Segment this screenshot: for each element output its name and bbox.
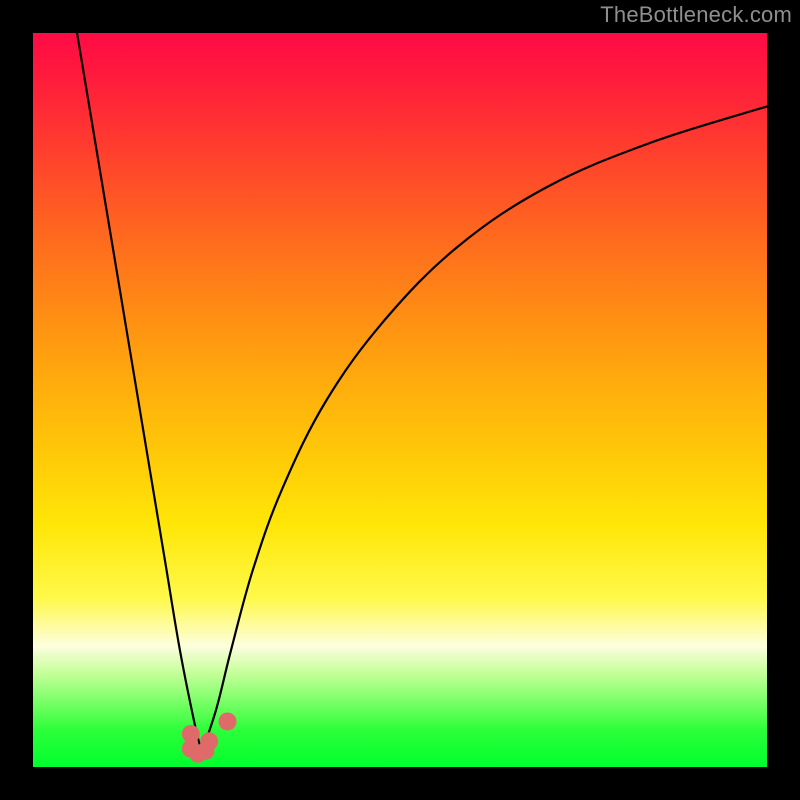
curve-left-branch [77,33,202,752]
chart-svg [0,0,800,800]
trough-marker-dot [200,732,218,750]
trough-marker-dot [219,712,237,730]
curve-right-branch [202,106,767,752]
outer-frame: TheBottleneck.com [0,0,800,800]
